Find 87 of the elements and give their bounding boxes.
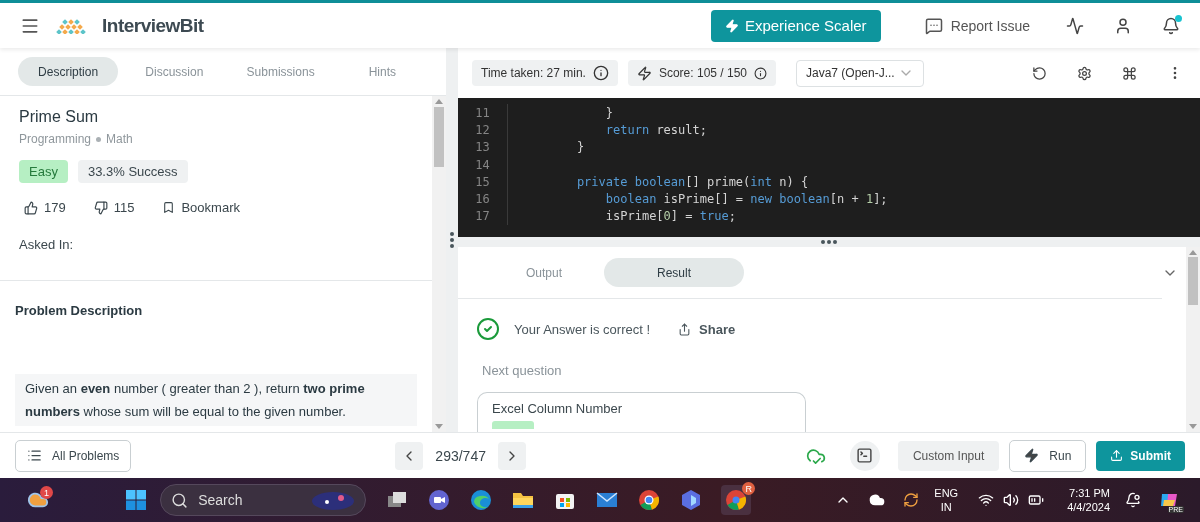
cloud-icon[interactable] <box>869 492 886 508</box>
experience-scaler-button[interactable]: Experience Scaler <box>710 9 881 42</box>
line-number: 12 <box>458 121 508 139</box>
search-placeholder: Search <box>198 492 243 508</box>
browser-icon[interactable] <box>469 488 494 512</box>
bookmark-icon <box>162 201 176 214</box>
report-issue-link[interactable]: Report Issue <box>924 16 1030 35</box>
question-title: Excel Column Number <box>492 401 624 416</box>
thumbs-up-icon <box>24 200 38 215</box>
night-sky-icon <box>311 489 356 511</box>
scrollbar[interactable] <box>432 96 446 432</box>
problem-description: Given an even number ( greater than 2 ), return two prime numbers whose sum will be equal to the given number. <box>15 374 417 426</box>
check-circle-icon <box>476 317 500 341</box>
clock[interactable]: 7:31 PM 4/4/2024 <box>1067 486 1110 514</box>
lightning-icon <box>1024 448 1040 463</box>
result-tab[interactable]: Result <box>604 258 744 287</box>
thumbs-down-icon <box>93 200 108 215</box>
profile-badge: R <box>742 482 756 495</box>
language-dropdown[interactable]: Java7 (Open-J... <box>796 59 924 87</box>
line-number: 11 <box>458 104 508 122</box>
code-editor[interactable]: 11 } 12 return result; 13 } 14 15 private boolean[] prime(int n) { 16 boolean isPrime[] = new boolean[n + 1]; 17 isPrime[0] = true; <box>458 98 1200 237</box>
lightning-icon <box>636 65 652 81</box>
bullet-icon <box>96 136 102 142</box>
share-button[interactable]: Share <box>678 321 736 337</box>
previous-button[interactable] <box>395 441 424 470</box>
notification-icon[interactable] <box>1125 492 1141 508</box>
chat-bubble-icon <box>924 16 943 35</box>
clock-time: 7:31 PM <box>1069 486 1110 500</box>
line-number: 15 <box>458 173 508 191</box>
all-problems-button[interactable]: All Problems <box>15 439 132 472</box>
code-line: private boolean[] prime(int n) { <box>575 174 809 189</box>
code-line: boolean isPrime[] = new boolean[n + 1]; <box>604 192 888 207</box>
region-code: IN <box>940 500 952 514</box>
lightning-icon <box>724 18 739 33</box>
bookmark-button[interactable]: Bookmark <box>162 200 240 215</box>
submit-button[interactable]: Submit <box>1096 440 1185 471</box>
code-line: } <box>604 105 614 120</box>
scrollbar[interactable] <box>1186 247 1200 432</box>
next-question-label: Next question <box>482 363 563 378</box>
line-number: 14 <box>458 155 508 174</box>
pager-text: 293/747 <box>435 447 486 464</box>
line-number: 17 <box>458 207 508 226</box>
success-rate-tag: 33.3% Success <box>77 160 188 183</box>
color-wheel-icon[interactable] <box>637 488 662 512</box>
dislike-button[interactable]: 115 <box>93 200 135 215</box>
custom-input-button[interactable]: Custom Input <box>897 440 1000 471</box>
windows-icon[interactable] <box>124 488 149 512</box>
search-icon <box>171 491 189 509</box>
code-line: } <box>575 140 585 155</box>
language-code: ENG <box>934 486 959 500</box>
like-button[interactable]: 179 <box>24 200 66 215</box>
code-line: isPrime[0] = true; <box>604 209 736 224</box>
language-indicator[interactable]: ENG IN <box>934 486 959 514</box>
volume-icon[interactable] <box>1003 492 1020 508</box>
success-message: Your Answer is correct ! <box>514 321 651 337</box>
logo-icon <box>54 17 88 34</box>
notification-count: 1 <box>40 486 53 499</box>
resize-handle[interactable] <box>821 240 837 244</box>
video-chat-icon[interactable] <box>427 488 452 512</box>
resize-handle[interactable] <box>450 232 454 248</box>
taskbar-search-field[interactable]: Search <box>160 484 367 516</box>
topic-label: Math <box>106 132 133 146</box>
clock-date: 4/4/2024 <box>1067 500 1110 514</box>
info-icon[interactable] <box>754 66 767 80</box>
run-button[interactable]: Run <box>1009 439 1087 472</box>
code-line: return result; <box>604 122 707 137</box>
terminal-icon[interactable] <box>849 440 880 471</box>
upload-icon <box>1110 449 1124 462</box>
asked-in-label: Asked In: <box>0 237 432 281</box>
list-icon <box>27 448 42 463</box>
score-badge: Score: 105 / 150 <box>627 60 776 86</box>
section-heading: Problem Description <box>15 303 144 318</box>
info-icon[interactable] <box>592 65 609 81</box>
battery-icon[interactable] <box>1028 492 1045 508</box>
time-taken-badge: Time taken: 27 min. <box>472 60 618 86</box>
problem-title: Prime Sum <box>19 108 100 126</box>
problem-tab[interactable]: Description <box>18 57 119 86</box>
next-button[interactable] <box>497 441 526 470</box>
wifi-icon[interactable] <box>978 492 995 508</box>
topic-label: Programming <box>19 132 92 146</box>
sync-icon[interactable] <box>903 492 920 508</box>
line-number: 13 <box>458 138 508 156</box>
share-icon <box>678 322 692 336</box>
logo-text: InterviewBit <box>102 14 204 37</box>
line-number: 16 <box>458 190 508 208</box>
difficulty-tag: Easy <box>19 160 68 183</box>
difficulty-tag <box>492 421 534 429</box>
